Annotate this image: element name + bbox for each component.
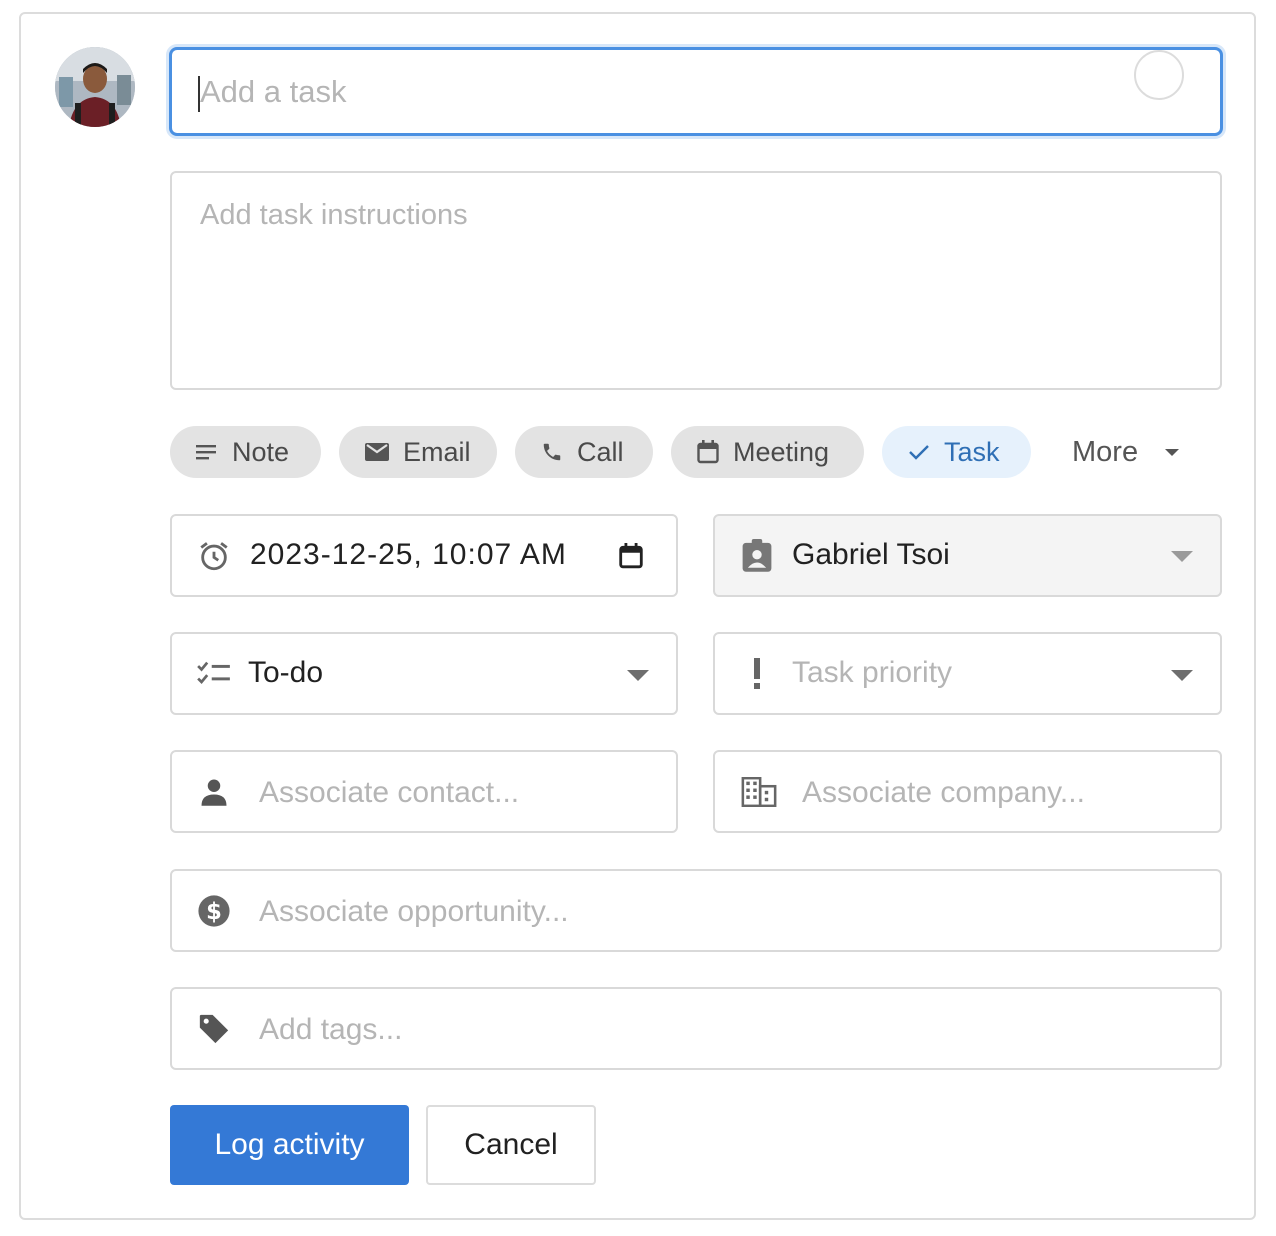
task-instructions-input[interactable] (172, 173, 1220, 388)
loading-spinner-icon (1134, 50, 1184, 100)
contact-field[interactable] (170, 750, 678, 833)
chip-email-label: Email (403, 436, 471, 467)
chip-call[interactable]: Call (515, 426, 653, 478)
person-icon (196, 774, 232, 810)
phone-icon (543, 443, 561, 461)
checkmark-icon (909, 445, 929, 460)
note-lines-icon (196, 445, 216, 460)
more-activity-types-dropdown[interactable]: More (1072, 426, 1180, 478)
envelope-icon (365, 443, 389, 461)
chip-meeting[interactable]: Meeting (671, 426, 864, 478)
cancel-button[interactable]: Cancel (426, 1105, 596, 1185)
task-title-input[interactable] (200, 72, 1100, 112)
building-icon (739, 774, 779, 810)
contact-badge-icon (739, 536, 775, 576)
opportunity-input[interactable] (259, 892, 1159, 932)
chip-email[interactable]: Email (339, 426, 497, 478)
checklist-icon (196, 656, 232, 692)
calendar-icon (697, 440, 719, 464)
chevron-down-icon (627, 670, 649, 681)
status-value: To-do (248, 656, 324, 689)
chevron-down-icon (1171, 670, 1193, 681)
log-activity-button[interactable]: Log activity (170, 1105, 409, 1185)
task-instructions-field[interactable] (170, 171, 1222, 390)
assignee-select[interactable]: Gabriel Tsoi (713, 514, 1222, 597)
user-avatar (55, 47, 135, 127)
chip-task[interactable]: Task (882, 426, 1031, 478)
text-caret (198, 76, 200, 112)
opportunity-field[interactable]: $ (170, 869, 1222, 952)
company-field[interactable] (713, 750, 1222, 833)
chip-note[interactable]: Note (170, 426, 321, 478)
calendar-picker-icon[interactable] (616, 540, 646, 572)
more-label: More (1072, 435, 1139, 468)
due-date-value: 2023-12-25, 10:07 AM (250, 538, 567, 571)
assignee-value: Gabriel Tsoi (792, 538, 950, 571)
exclamation-icon (743, 654, 771, 694)
dollar-circle-icon: $ (196, 893, 232, 929)
alarm-clock-icon (196, 536, 232, 576)
chip-task-label: Task (944, 436, 1000, 467)
tags-field[interactable] (170, 987, 1222, 1070)
contact-input[interactable] (259, 773, 659, 813)
due-date-field[interactable]: 2023-12-25, 10:07 AM (170, 514, 678, 597)
task-title-field[interactable] (169, 47, 1223, 136)
chip-call-label: Call (577, 436, 624, 467)
priority-select[interactable]: Task priority (713, 632, 1222, 715)
chip-note-label: Note (232, 436, 290, 467)
chevron-down-icon (1165, 448, 1180, 456)
chip-meeting-label: Meeting (733, 436, 830, 467)
svg-text:$: $ (206, 899, 222, 925)
tag-icon (196, 1011, 232, 1047)
priority-placeholder: Task priority (792, 656, 953, 689)
tags-input[interactable] (259, 1010, 1159, 1050)
company-input[interactable] (802, 773, 1202, 813)
status-select[interactable]: To-do (170, 632, 678, 715)
chevron-down-icon (1171, 551, 1193, 562)
